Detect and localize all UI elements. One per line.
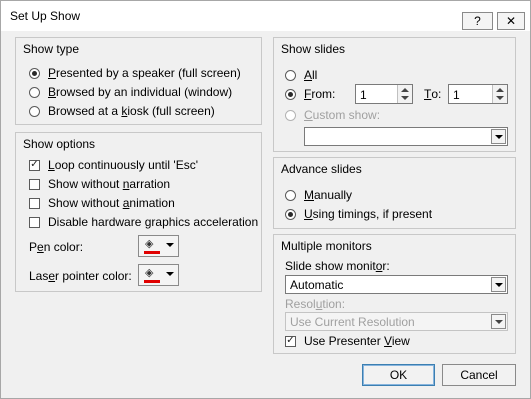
paint-bucket-icon: ◈: [145, 238, 154, 250]
multiple-monitors-group: Multiple monitors Slide show monit o r: Au…: [273, 234, 516, 354]
checkbox-loop-continuously[interactable]: ✓ Loop continuously until 'Esc': [29, 158, 198, 172]
help-icon: ?: [474, 14, 481, 28]
spin-up-icon[interactable]: [496, 88, 504, 92]
to-slide-value: 1: [453, 88, 460, 102]
pen-color-swatch: [144, 251, 160, 254]
radio-button[interactable]: [29, 105, 40, 117]
radio-using-timings[interactable]: Using timings, if present: [285, 207, 432, 221]
radio-button[interactable]: [285, 189, 296, 201]
show-options-group: Show options ✓ Loop continuously until '…: [15, 132, 262, 292]
resolution-value: Use Current Resolution: [290, 315, 415, 329]
spin-down-icon[interactable]: [401, 96, 409, 100]
advance-slides-group: Advance slides Manually Using timings, i…: [273, 157, 516, 229]
to-slide-stepper[interactable]: 1: [448, 84, 508, 104]
help-button[interactable]: ?: [462, 12, 493, 30]
cancel-button[interactable]: Cancel: [442, 364, 516, 386]
from-slide-stepper[interactable]: 1: [355, 84, 413, 104]
custom-show-select[interactable]: [304, 127, 508, 146]
chevron-down-icon[interactable]: [491, 277, 506, 292]
show-slides-title: Show slides: [281, 42, 346, 56]
resolution-label: Resol u tion:: [285, 297, 346, 311]
radio-custom-show[interactable]: Custom show:: [285, 108, 380, 122]
to-label: To:: [424, 87, 442, 101]
from-slide-value: 1: [360, 88, 367, 102]
stepper-buttons[interactable]: [397, 85, 412, 103]
show-type-group: Show type Presented by a speaker (full s…: [15, 37, 262, 125]
radio-browsed-at-kiosk[interactable]: Browsed at a kiosk (full screen): [29, 104, 215, 118]
checkbox-without-animation[interactable]: Show without animation: [29, 196, 175, 210]
checkbox-label: Use Presenter View: [304, 334, 410, 348]
checkbox[interactable]: [29, 216, 40, 228]
checkbox[interactable]: [29, 197, 40, 209]
laser-pointer-color-label: Las e r pointer color:: [29, 269, 132, 283]
checkbox-label: Show without narration: [48, 177, 171, 191]
checkbox-use-presenter-view[interactable]: ✓ Use Presenter View: [285, 334, 410, 348]
laser-color-swatch: [144, 280, 160, 283]
radio-button[interactable]: [285, 88, 296, 100]
checkbox-label: Show without animation: [48, 196, 175, 210]
checkbox[interactable]: [29, 178, 40, 190]
radio-label: All: [304, 68, 318, 82]
dialog-title: Set Up Show: [10, 9, 81, 23]
show-type-title: Show type: [23, 42, 80, 56]
radio-label: From:: [304, 87, 336, 101]
resolution-select[interactable]: Use Current Resolution: [285, 312, 508, 331]
slide-show-monitor-value: Automatic: [290, 278, 344, 292]
slide-show-monitor-label: Slide show monit o r:: [285, 259, 390, 273]
pen-color-label: Pen color:: [29, 240, 84, 254]
radio-all-slides[interactable]: All: [285, 68, 317, 82]
chevron-down-icon[interactable]: [491, 314, 506, 329]
radio-presented-by-speaker[interactable]: Presented by a speaker (full screen): [29, 66, 241, 80]
stepper-buttons[interactable]: [492, 85, 507, 103]
radio-button[interactable]: [285, 109, 296, 121]
spin-up-icon[interactable]: [401, 88, 409, 92]
checkbox-label: Loop continuously until 'Esc': [48, 158, 199, 172]
radio-label: Browsed by an individual (window): [48, 85, 233, 99]
radio-from[interactable]: From:: [285, 87, 335, 101]
multiple-monitors-title: Multiple monitors: [281, 239, 372, 253]
checkbox[interactable]: ✓: [285, 335, 296, 347]
spin-down-icon[interactable]: [496, 96, 504, 100]
laser-pointer-color-button[interactable]: ◈: [138, 264, 179, 286]
radio-label: Presented by a speaker (full screen): [48, 66, 241, 80]
ok-button[interactable]: OK: [362, 364, 435, 386]
radio-label: Browsed at a kiosk (full screen): [48, 104, 215, 118]
advance-slides-title: Advance slides: [281, 162, 362, 176]
checkbox-disable-hw-acceleration[interactable]: Disable hardware graphics acceleration: [29, 215, 258, 229]
chevron-down-icon[interactable]: [491, 129, 506, 144]
show-slides-group: Show slides All From: 1 To: 1 Custom sho…: [273, 37, 516, 152]
radio-label: Using timings, if present: [304, 207, 433, 221]
radio-browsed-by-individual[interactable]: Browsed by an individual (window): [29, 85, 232, 99]
chevron-down-icon: [166, 243, 174, 247]
title-bar: Set Up Show ? ✕: [1, 1, 530, 31]
chevron-down-icon: [166, 272, 174, 276]
show-options-title: Show options: [23, 137, 96, 151]
checkbox[interactable]: ✓: [29, 159, 40, 171]
radio-button[interactable]: [29, 67, 40, 79]
radio-manually[interactable]: Manually: [285, 188, 352, 202]
pen-color-button[interactable]: ◈: [138, 235, 179, 257]
radio-label: Manually: [304, 188, 353, 202]
radio-button[interactable]: [285, 69, 296, 81]
close-icon: ✕: [505, 14, 517, 28]
radio-button[interactable]: [285, 208, 296, 220]
checkbox-label: Disable hardware graphics acceleration: [48, 215, 259, 229]
close-button[interactable]: ✕: [497, 12, 525, 30]
radio-button[interactable]: [29, 86, 40, 98]
slide-show-monitor-select[interactable]: Automatic: [285, 275, 508, 294]
checkbox-without-narration[interactable]: Show without narration: [29, 177, 170, 191]
set-up-show-dialog: Set Up Show ? ✕ Show type Presented by a…: [0, 0, 531, 399]
paint-bucket-icon: ◈: [145, 267, 154, 279]
radio-label: Custom show:: [304, 108, 381, 122]
